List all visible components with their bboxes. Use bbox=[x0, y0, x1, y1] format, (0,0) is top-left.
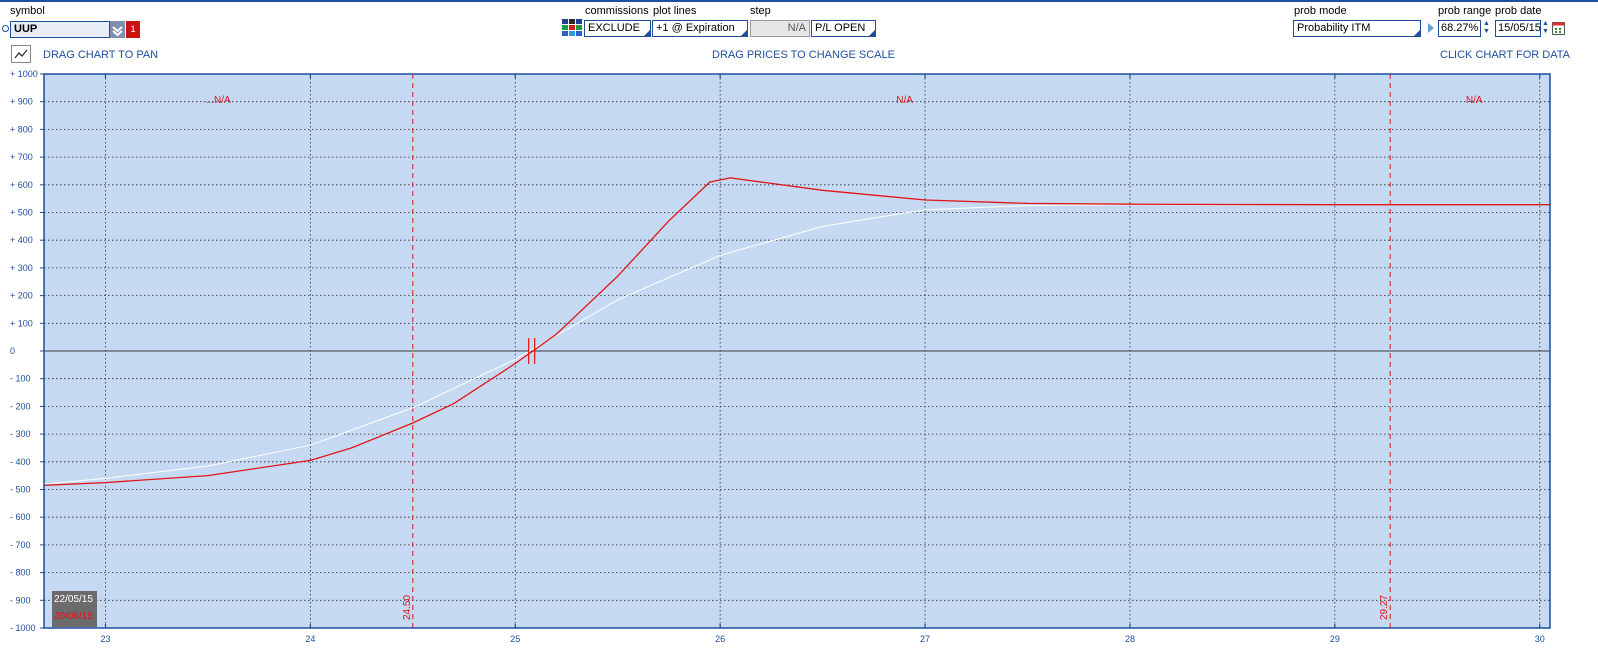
x-tick-label: 25 bbox=[510, 634, 520, 644]
line-chart-icon bbox=[14, 49, 28, 59]
commissions-select[interactable]: EXCLUDE bbox=[584, 20, 651, 37]
y-tick-label: - 900 bbox=[10, 595, 31, 605]
x-tick-label: 28 bbox=[1125, 634, 1135, 644]
y-tick-label: + 100 bbox=[10, 318, 33, 328]
expiration-date-label: 20/06/15 bbox=[54, 611, 93, 622]
y-tick-label: + 1000 bbox=[10, 69, 38, 79]
data-hint: CLICK CHART FOR DATA bbox=[1440, 49, 1570, 61]
x-tick-label: 24 bbox=[305, 634, 315, 644]
y-tick-label: - 800 bbox=[10, 568, 31, 578]
y-tick-label: - 700 bbox=[10, 540, 31, 550]
chart-type-button[interactable] bbox=[11, 45, 31, 63]
region-na-label: N/A bbox=[896, 95, 913, 106]
x-axis[interactable]: 23 24 25 26 27 28 29 30 bbox=[100, 634, 1544, 644]
symbol-label: symbol bbox=[10, 5, 45, 17]
prob-date-label: prob date bbox=[1495, 5, 1542, 17]
pl-mode-select[interactable]: P/L OPEN bbox=[811, 20, 876, 37]
strike-marker-label: 29.27 bbox=[1379, 595, 1390, 620]
y-axis[interactable]: + 1000+ 900+ 800+ 700+ 600+ 500+ 400+ 30… bbox=[10, 69, 38, 633]
plot-lines-select[interactable]: +1 @ Expiration bbox=[652, 20, 748, 37]
region-na-label: ...N/A bbox=[206, 95, 231, 106]
symbol-dropdown-button[interactable] bbox=[110, 21, 125, 38]
prob-mode-select[interactable]: Probability ITM bbox=[1293, 20, 1421, 37]
x-tick-label: 30 bbox=[1535, 634, 1545, 644]
symbol-badge[interactable]: 1 bbox=[126, 21, 140, 38]
spin-down-icon[interactable]: ▼ bbox=[1482, 28, 1491, 36]
spin-up-icon[interactable]: ▲ bbox=[1541, 20, 1550, 28]
symbol-input[interactable]: UUP bbox=[10, 21, 110, 38]
step-label: step bbox=[750, 5, 771, 17]
date-legend: 22/05/15 20/06/15 bbox=[52, 591, 97, 627]
chevron-down-icon bbox=[112, 26, 123, 37]
pl-chart[interactable]: + 1000+ 900+ 800+ 700+ 600+ 500+ 400+ 30… bbox=[0, 66, 1598, 664]
y-tick-label: - 100 bbox=[10, 374, 31, 384]
top-border bbox=[0, 0, 1598, 2]
x-tick-label: 29 bbox=[1330, 634, 1340, 644]
prob-range-stepper[interactable]: ▲ ▼ bbox=[1482, 20, 1491, 37]
x-tick-label: 27 bbox=[920, 634, 930, 644]
step-input[interactable]: N/A bbox=[750, 20, 810, 37]
y-tick-label: - 500 bbox=[10, 485, 31, 495]
commissions-label: commissions bbox=[585, 5, 649, 17]
y-tick-label: + 500 bbox=[10, 208, 33, 218]
y-tick-label: - 400 bbox=[10, 457, 31, 467]
strike-marker-label: 24.50 bbox=[402, 595, 413, 620]
y-tick-label: + 200 bbox=[10, 291, 33, 301]
y-tick-label: - 200 bbox=[10, 401, 31, 411]
plot-lines-label: plot lines bbox=[653, 5, 697, 17]
y-tick-label: + 700 bbox=[10, 152, 33, 162]
prob-date-stepper[interactable]: ▲ ▼ bbox=[1541, 20, 1550, 37]
calendar-icon[interactable] bbox=[1552, 21, 1565, 35]
y-tick-label: 0 bbox=[10, 346, 15, 356]
current-date-label: 22/05/15 bbox=[54, 594, 93, 605]
prob-mode-label: prob mode bbox=[1294, 5, 1347, 17]
y-tick-label: + 300 bbox=[10, 263, 33, 273]
spin-down-icon[interactable]: ▼ bbox=[1541, 28, 1550, 36]
y-tick-label: - 1000 bbox=[10, 623, 36, 633]
y-tick-label: + 800 bbox=[10, 124, 33, 134]
color-grid-icon[interactable] bbox=[562, 19, 582, 37]
y-tick-label: + 400 bbox=[10, 235, 33, 245]
y-tick-label: - 300 bbox=[10, 429, 31, 439]
x-tick-label: 26 bbox=[715, 634, 725, 644]
spin-up-icon[interactable]: ▲ bbox=[1482, 20, 1491, 28]
y-tick-label: - 600 bbox=[10, 512, 31, 522]
scale-hint: DRAG PRICES TO CHANGE SCALE bbox=[712, 49, 895, 61]
play-triangle-icon[interactable] bbox=[1428, 23, 1434, 33]
prob-date-input[interactable]: 15/05/15 bbox=[1495, 20, 1541, 37]
x-tick-label: 23 bbox=[100, 634, 110, 644]
y-tick-label: + 600 bbox=[10, 180, 33, 190]
region-na-label: N/A bbox=[1466, 95, 1483, 106]
prob-range-input[interactable]: 68.27% bbox=[1438, 20, 1481, 37]
y-tick-label: + 900 bbox=[10, 97, 33, 107]
prob-range-label: prob range bbox=[1438, 5, 1492, 17]
pan-hint: DRAG CHART TO PAN bbox=[43, 49, 159, 61]
symbol-radio-icon[interactable] bbox=[2, 25, 9, 32]
